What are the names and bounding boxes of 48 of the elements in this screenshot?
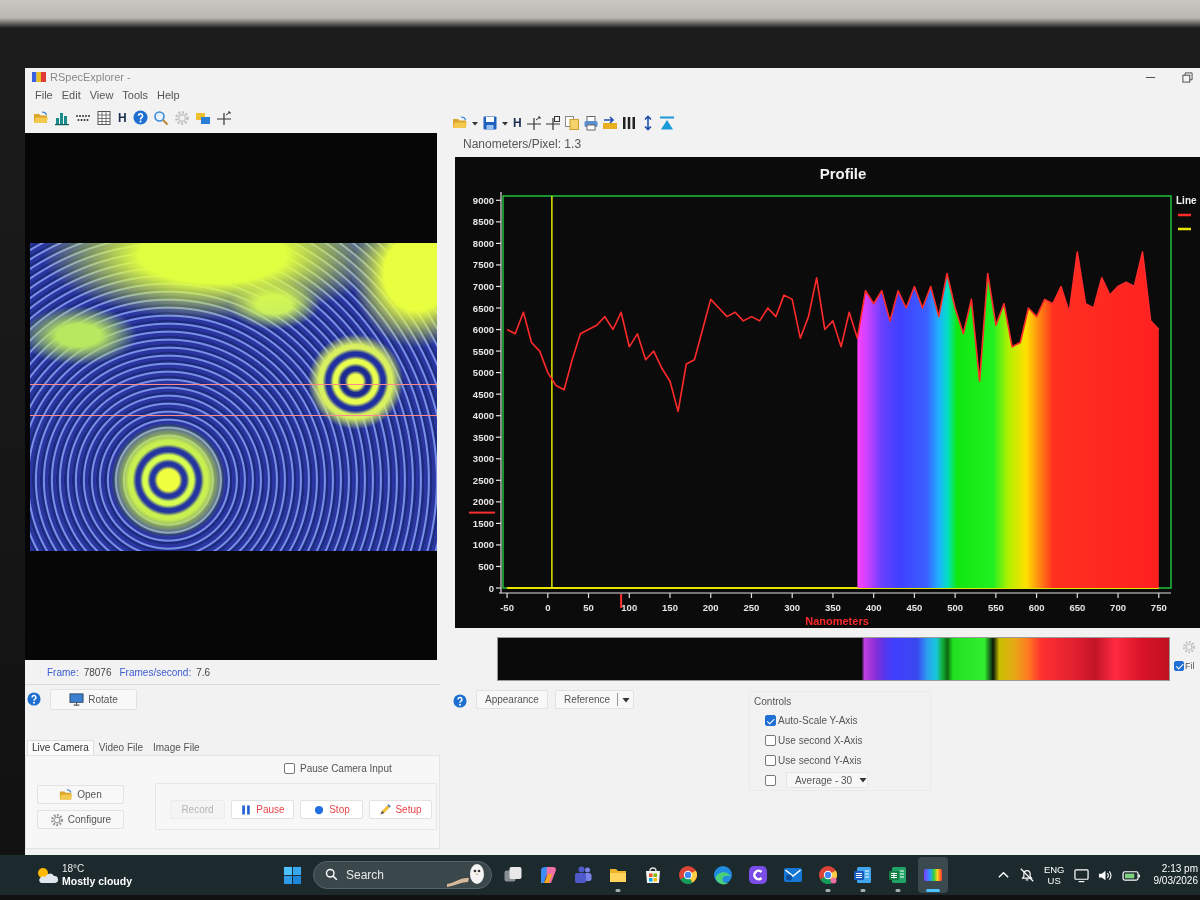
x-axis-title: Nanometers bbox=[805, 615, 869, 627]
x-tick-label: 400 bbox=[865, 602, 882, 613]
y-tick-label: 2000 bbox=[472, 496, 494, 508]
x-tick-label: 150 bbox=[662, 602, 678, 613]
x-tick-label: 50 bbox=[583, 602, 594, 613]
y-tick-label: 4500 bbox=[472, 388, 494, 400]
group-title: Controls bbox=[754, 696, 793, 707]
x-tick-label: 100 bbox=[621, 602, 638, 613]
y-tick-label: 500 bbox=[478, 560, 494, 572]
x-tick-label: 450 bbox=[906, 602, 923, 613]
x-tick-label: 650 bbox=[1069, 602, 1086, 613]
x-tick-label: 250 bbox=[743, 602, 760, 613]
calibration-text: Nanometers/Pixel: 1.3 bbox=[462, 136, 583, 153]
y-tick-label: 3500 bbox=[472, 431, 494, 443]
x-tick-label: -50 bbox=[500, 602, 514, 613]
temperature-text: 18°C bbox=[62, 863, 86, 875]
y-tick-label: 8000 bbox=[472, 237, 494, 249]
x-tick-label: 600 bbox=[1028, 602, 1045, 613]
legend-title: Line bbox=[1176, 195, 1197, 206]
y-tick-label: 0 bbox=[488, 582, 494, 594]
x-tick-label: 550 bbox=[987, 602, 1004, 613]
y-tick-label: 2500 bbox=[472, 474, 494, 486]
x-tick-label: 200 bbox=[702, 602, 719, 613]
y-tick-label: 1500 bbox=[472, 517, 494, 529]
x-tick-label: 300 bbox=[784, 602, 801, 613]
chart-title: Profile bbox=[819, 165, 867, 182]
window-title: RSpecExplorer - bbox=[50, 71, 131, 83]
fps-label: Frames/second: bbox=[119, 666, 192, 678]
x-tick-label: 750 bbox=[1150, 602, 1167, 613]
frame-count: 78076 bbox=[83, 666, 112, 678]
y-tick-label: 1000 bbox=[472, 539, 494, 551]
y-tick-label: 6000 bbox=[472, 324, 494, 336]
fps-value: 7.6 bbox=[196, 666, 211, 678]
x-tick-label: 500 bbox=[947, 602, 964, 613]
y-tick-label: 5000 bbox=[472, 367, 494, 379]
y-tick-label: 7500 bbox=[472, 259, 494, 271]
y-tick-label: 5500 bbox=[472, 345, 494, 357]
y-tick-label: 3000 bbox=[472, 453, 494, 465]
y-tick-label: 4000 bbox=[472, 410, 494, 422]
x-tick-label: 700 bbox=[1110, 602, 1126, 613]
y-tick-label: 8500 bbox=[472, 216, 494, 228]
x-tick-label: 0 bbox=[545, 602, 551, 613]
y-tick-label: 9000 bbox=[472, 194, 494, 206]
y-tick-label: 7000 bbox=[472, 280, 494, 292]
weather-condition: Mostly cloudy bbox=[62, 875, 132, 887]
x-tick-label: 350 bbox=[825, 602, 841, 613]
frame-label: Frame: bbox=[47, 666, 79, 678]
y-tick-label: 6500 bbox=[472, 302, 494, 314]
